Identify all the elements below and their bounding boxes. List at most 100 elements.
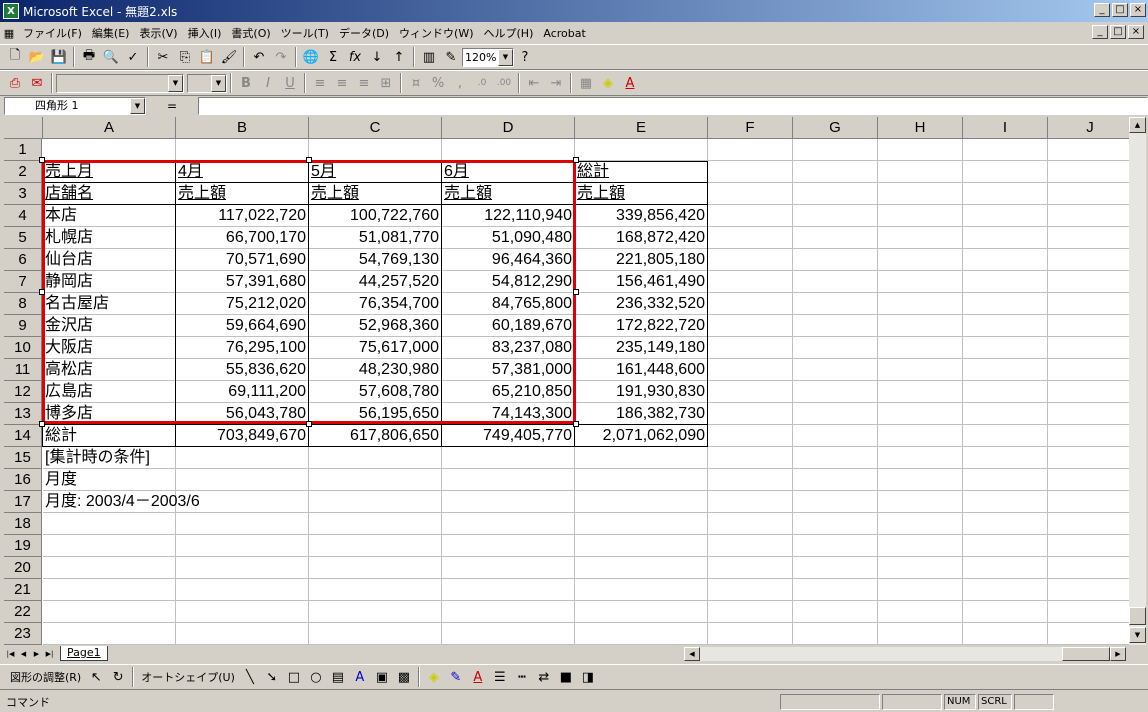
cell[interactable] <box>442 623 575 645</box>
cell[interactable] <box>1048 337 1129 359</box>
store-name-cell[interactable]: 静岡店 <box>43 271 176 293</box>
cell[interactable] <box>708 535 793 557</box>
cell[interactable] <box>878 315 963 337</box>
last-sheet-icon[interactable]: ▶| <box>43 647 56 661</box>
column-header-b[interactable]: B <box>176 117 309 139</box>
function-icon[interactable]: fx <box>344 46 366 68</box>
3d-icon[interactable]: ◨ <box>577 666 599 688</box>
row-header-9[interactable]: 9 <box>4 315 42 337</box>
number-cell[interactable]: 76,354,700 <box>309 293 442 315</box>
cell[interactable] <box>575 557 708 579</box>
cell[interactable] <box>793 513 878 535</box>
copy-icon[interactable]: ⎘ <box>174 46 196 68</box>
cell[interactable] <box>1048 271 1129 293</box>
number-cell[interactable]: 161,448,600 <box>575 359 708 381</box>
new-icon[interactable]: 🗋 <box>4 46 26 68</box>
increase-decimal-icon[interactable]: .0 <box>471 72 493 94</box>
cell[interactable] <box>442 513 575 535</box>
cell[interactable] <box>442 601 575 623</box>
cell[interactable] <box>878 469 963 491</box>
number-cell[interactable]: 84,765,800 <box>442 293 575 315</box>
number-cell[interactable]: 117,022,720 <box>176 205 309 227</box>
cell[interactable] <box>878 513 963 535</box>
pdf-icon[interactable]: ⎙ <box>4 72 26 94</box>
percent-icon[interactable]: % <box>427 72 449 94</box>
resize-handle[interactable] <box>573 421 579 427</box>
cell[interactable] <box>708 315 793 337</box>
cell[interactable] <box>878 535 963 557</box>
cell[interactable] <box>575 601 708 623</box>
cell[interactable] <box>442 579 575 601</box>
cell[interactable] <box>708 249 793 271</box>
sort-ascending-icon[interactable]: ↓ <box>366 46 388 68</box>
vertical-scrollbar[interactable]: ▲ ▼ <box>1129 117 1146 645</box>
month-range[interactable]: 月度: 2003/4－2003/6 <box>43 491 200 513</box>
number-cell[interactable]: 66,700,170 <box>176 227 309 249</box>
scroll-right-icon[interactable]: ▶ <box>1110 647 1126 661</box>
row-header-12[interactable]: 12 <box>4 381 42 403</box>
cell[interactable] <box>708 183 793 205</box>
borders-icon[interactable]: ▦ <box>575 72 597 94</box>
menu-tools[interactable]: ツール(T) <box>276 25 334 41</box>
line-color-icon[interactable]: ✎ <box>445 666 467 688</box>
cell[interactable] <box>963 469 1048 491</box>
cell[interactable] <box>878 249 963 271</box>
row-header-2[interactable]: 2 <box>4 161 42 183</box>
cell[interactable] <box>963 623 1048 645</box>
cell[interactable] <box>878 403 963 425</box>
print-preview-icon[interactable]: 🔍 <box>100 46 122 68</box>
cell[interactable] <box>1048 469 1129 491</box>
store-name-cell[interactable]: 名古屋店 <box>43 293 176 315</box>
cell[interactable] <box>309 447 442 469</box>
cell[interactable] <box>309 535 442 557</box>
resize-handle[interactable] <box>306 157 312 163</box>
cell[interactable] <box>793 139 878 161</box>
cell[interactable] <box>1048 205 1129 227</box>
scroll-down-icon[interactable]: ▼ <box>1129 627 1146 643</box>
formula-equals[interactable]: = <box>146 99 198 113</box>
cell[interactable] <box>176 557 309 579</box>
number-cell[interactable]: 57,381,000 <box>442 359 575 381</box>
bold-icon[interactable]: B <box>235 72 257 94</box>
cell[interactable] <box>963 557 1048 579</box>
cell[interactable] <box>878 579 963 601</box>
close-button[interactable]: × <box>1130 3 1146 17</box>
cell[interactable] <box>878 227 963 249</box>
cell[interactable] <box>1048 227 1129 249</box>
oval-icon[interactable]: ○ <box>305 666 327 688</box>
cell[interactable] <box>442 139 575 161</box>
resize-handle[interactable] <box>39 421 45 427</box>
header-cell[interactable]: 4月 <box>176 161 309 183</box>
shadow-icon[interactable]: ■ <box>555 666 577 688</box>
row-header-6[interactable]: 6 <box>4 249 42 271</box>
number-cell[interactable]: 69,111,200 <box>176 381 309 403</box>
total-cell[interactable]: 2,071,062,090 <box>575 425 708 447</box>
menu-view[interactable]: 表示(V) <box>134 25 182 41</box>
cell[interactable] <box>963 293 1048 315</box>
picture-icon[interactable]: ▩ <box>393 666 415 688</box>
cell[interactable] <box>878 491 963 513</box>
cell[interactable] <box>793 601 878 623</box>
cell[interactable] <box>309 139 442 161</box>
store-name-cell[interactable]: 博多店 <box>43 403 176 425</box>
number-cell[interactable]: 57,391,680 <box>176 271 309 293</box>
resize-handle[interactable] <box>573 289 579 295</box>
cell[interactable] <box>1048 447 1129 469</box>
cell[interactable] <box>708 623 793 645</box>
currency-icon[interactable]: ¤ <box>405 72 427 94</box>
store-name-cell[interactable]: 札幌店 <box>43 227 176 249</box>
number-cell[interactable]: 48,230,980 <box>309 359 442 381</box>
number-cell[interactable]: 235,149,180 <box>575 337 708 359</box>
cell[interactable] <box>176 139 309 161</box>
cell[interactable] <box>878 381 963 403</box>
cell[interactable] <box>878 183 963 205</box>
row-header-23[interactable]: 23 <box>4 623 42 645</box>
row-header-16[interactable]: 16 <box>4 469 42 491</box>
cut-icon[interactable]: ✂ <box>152 46 174 68</box>
number-cell[interactable]: 52,968,360 <box>309 315 442 337</box>
menu-window[interactable]: ウィンドウ(W) <box>394 25 478 41</box>
fill-color-icon[interactable]: ◈ <box>423 666 445 688</box>
comma-icon[interactable]: , <box>449 72 471 94</box>
chevron-down-icon[interactable]: ▼ <box>211 74 226 92</box>
cell[interactable] <box>575 535 708 557</box>
